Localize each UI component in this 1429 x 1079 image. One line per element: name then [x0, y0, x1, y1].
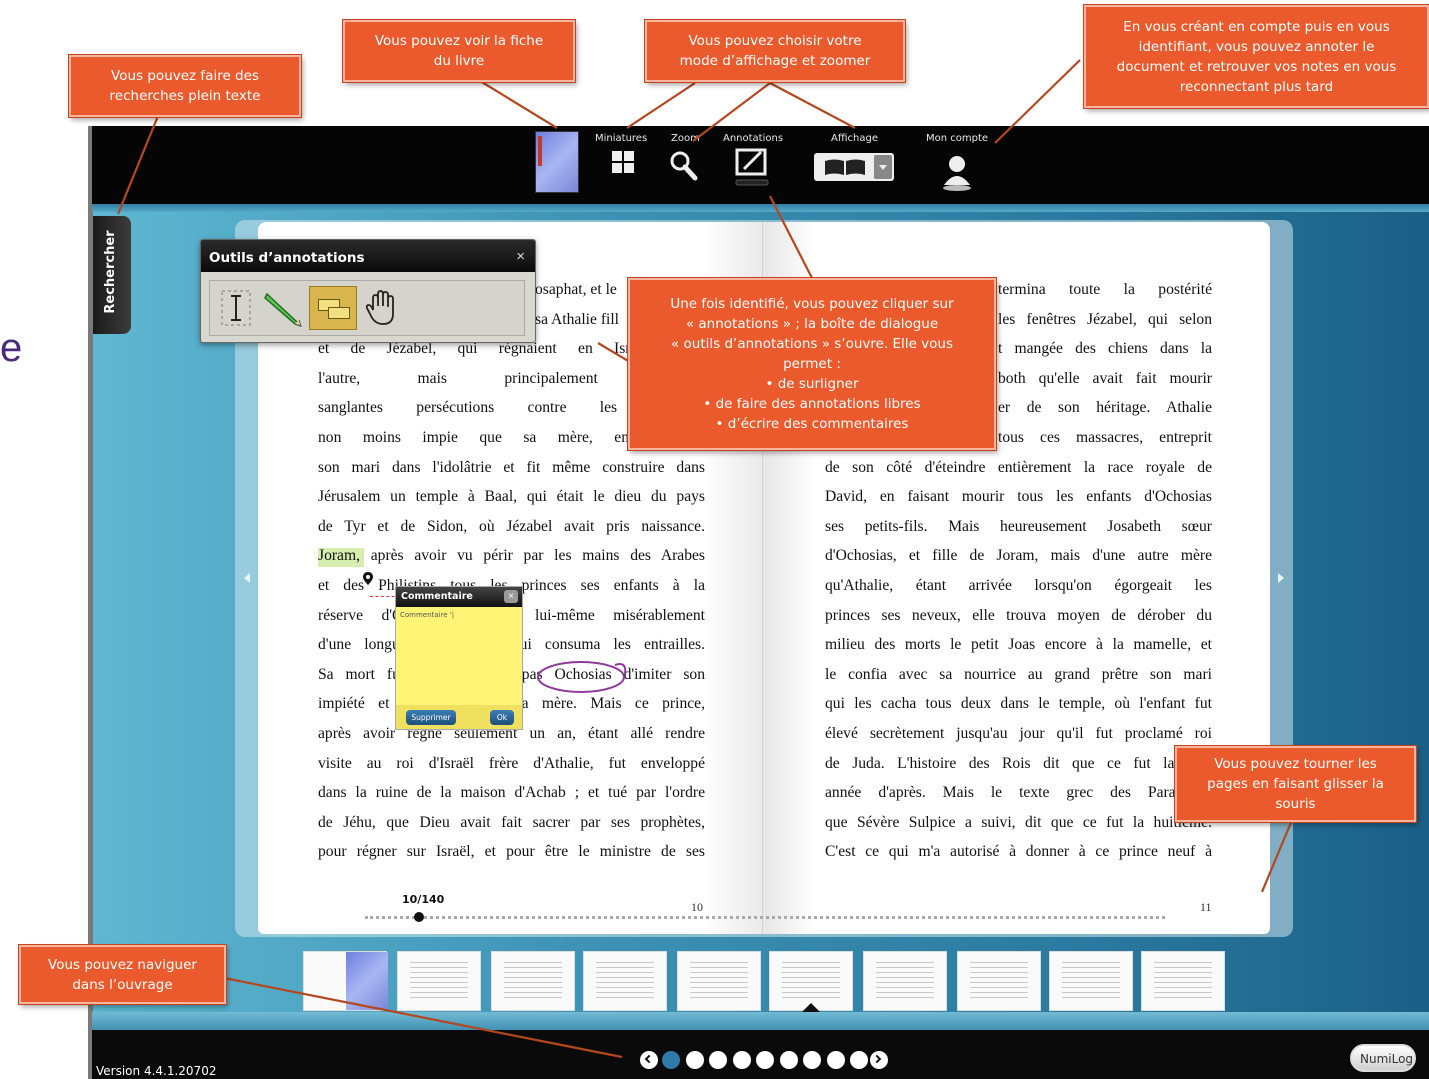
callout-connectors — [116, 59, 1294, 1059]
callout-naviguer-text: Vous pouvez naviguer dans l’ouvrage — [48, 956, 197, 993]
callout-naviguer: Vous pouvez naviguer dans l’ouvrage — [18, 944, 227, 1005]
callout-annotations-text: Une fois identifié, vous pouvez cliquer … — [670, 296, 954, 432]
callout-affichage-text: Vous pouvez choisir votre mode d’afficha… — [679, 33, 871, 69]
callout-fiche: Vous pouvez voir la fiche du livre — [342, 19, 576, 83]
callout-search: Vous pouvez faire des recherches plein t… — [68, 54, 302, 118]
callout-fiche-text: Vous pouvez voir la fiche du livre — [374, 33, 544, 69]
callout-compte-text: En vous créant en compte puis en vous id… — [1116, 18, 1397, 95]
callout-affichage: Vous pouvez choisir votre mode d’afficha… — [644, 19, 906, 83]
callout-tourner: Vous pouvez tourner les pages en faisant… — [1174, 745, 1417, 823]
page-root: { "app": { "version": "Version 4.4.1.207… — [0, 0, 1429, 1079]
callout-compte: En vous créant en compte puis en vous id… — [1083, 4, 1429, 109]
callout-annotations: Une fois identifié, vous pouvez cliquer … — [627, 277, 997, 451]
callout-search-text: Vous pouvez faire des recherches plein t… — [109, 68, 261, 104]
callout-tourner-text: Vous pouvez tourner les pages en faisant… — [1207, 756, 1384, 812]
